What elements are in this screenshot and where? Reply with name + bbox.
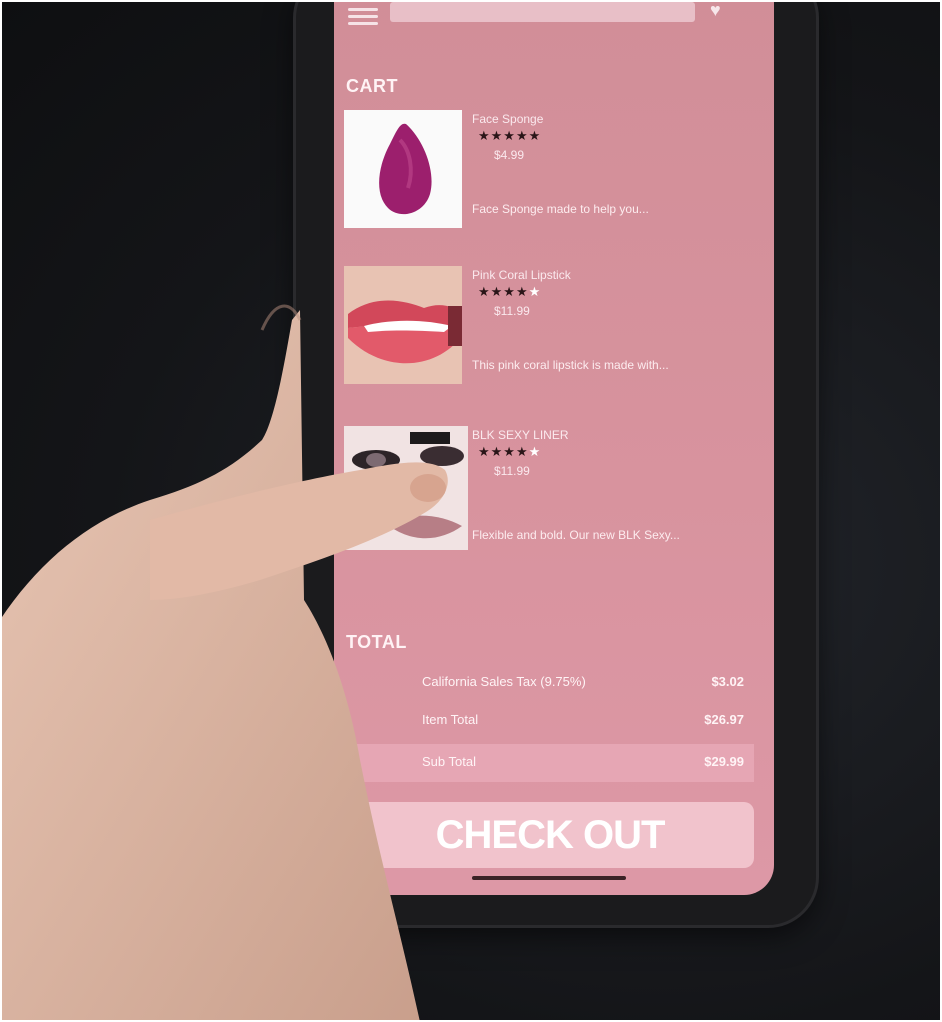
item-price: $11.99 xyxy=(494,304,530,318)
item-description: Flexible and bold. Our new BLK Sexy... xyxy=(472,528,680,542)
total-title: TOTAL xyxy=(346,632,407,652)
item-price: $11.99 xyxy=(494,464,530,478)
item-name: Face Sponge xyxy=(472,112,544,126)
app-screen: ♥ CART Face Sponge ★★★★★ $4.99 Face Spon… xyxy=(334,0,774,895)
item-price: $4.99 xyxy=(494,148,525,162)
item-name: BLK SEXY LINER xyxy=(472,428,569,442)
product-image-lipstick[interactable] xyxy=(344,266,462,384)
item-description: Face Sponge made to help you... xyxy=(472,202,649,216)
item-total-label: Item Total xyxy=(422,712,479,727)
cart-title: CART xyxy=(346,76,398,96)
cart-item[interactable]: Pink Coral Lipstick ★★★★★ $11.99 This pi… xyxy=(344,266,764,386)
item-total-row: Item Total $26.97 xyxy=(344,706,754,736)
item-name: Pink Coral Lipstick xyxy=(472,268,571,282)
cart-item[interactable]: BLK SEXY LINER ★★★★★ $11.99 Flexible and… xyxy=(344,426,764,552)
item-total-value: $26.97 xyxy=(704,712,744,727)
subtotal-value: $29.99 xyxy=(704,754,744,769)
top-bar: ♥ xyxy=(334,0,774,30)
subtotal-row: Sub Total $29.99 xyxy=(344,744,754,782)
rating-stars: ★★★★★ xyxy=(478,444,542,459)
checkout-button[interactable]: CHECK OUT xyxy=(346,802,754,868)
tax-value: $3.02 xyxy=(711,674,744,689)
home-indicator[interactable] xyxy=(472,876,626,880)
item-description: This pink coral lipstick is made with... xyxy=(472,358,669,372)
tax-row: California Sales Tax (9.75%) $3.02 xyxy=(344,668,754,698)
hamburger-menu-icon[interactable] xyxy=(348,8,378,25)
search-bar[interactable] xyxy=(390,2,695,22)
rating-stars: ★★★★★ xyxy=(478,284,542,299)
product-image-face-sponge[interactable] xyxy=(344,110,462,228)
cart-item[interactable]: Face Sponge ★★★★★ $4.99 Face Sponge made… xyxy=(344,110,764,230)
subtotal-label: Sub Total xyxy=(422,754,476,769)
rating-stars: ★★★★★ xyxy=(478,128,542,143)
product-image-liner[interactable] xyxy=(344,426,468,550)
tax-label: California Sales Tax (9.75%) xyxy=(422,674,586,689)
cart-icon[interactable]: ♥ xyxy=(710,0,721,21)
